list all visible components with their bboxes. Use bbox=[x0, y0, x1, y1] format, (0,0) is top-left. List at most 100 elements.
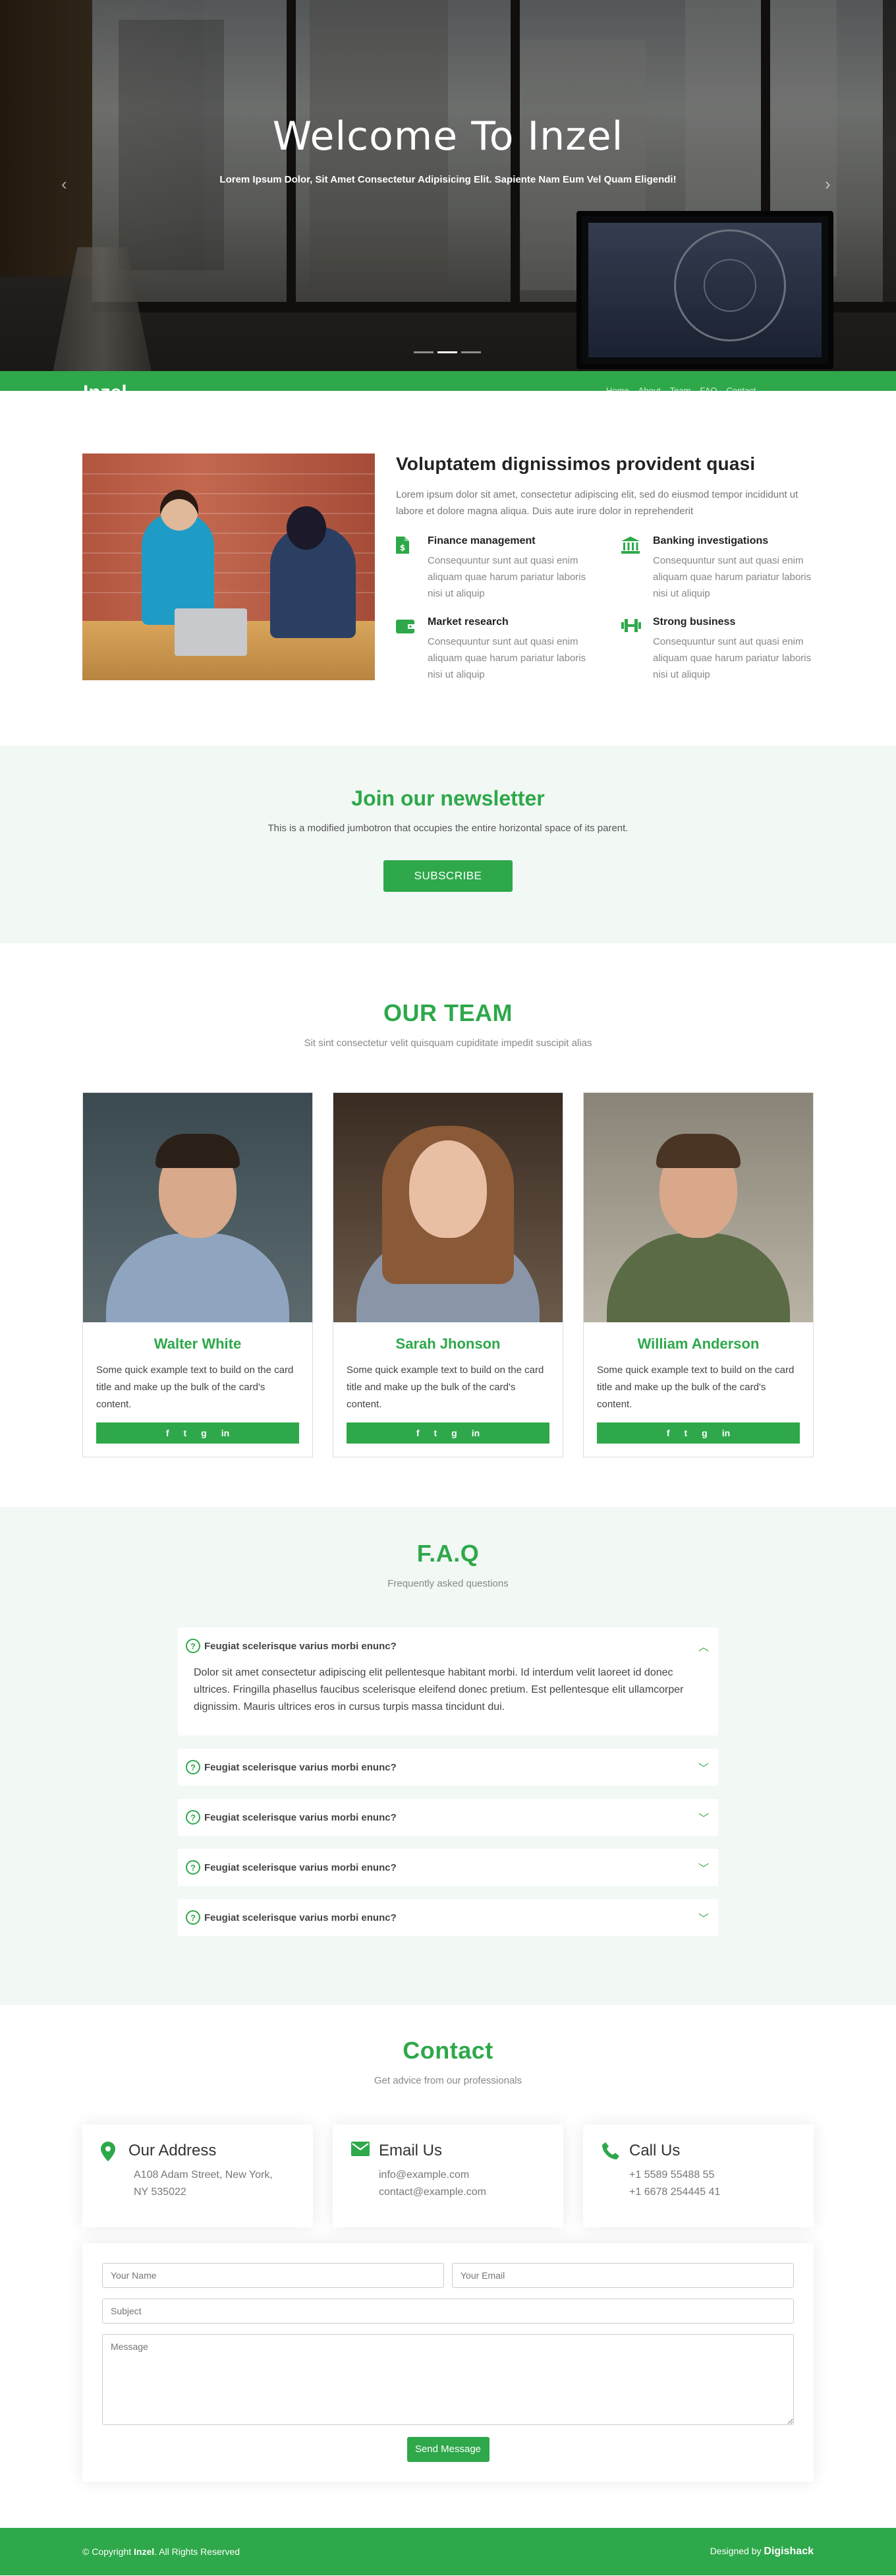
team-photo bbox=[333, 1093, 563, 1322]
navbar-logo[interactable]: Inzel bbox=[83, 382, 127, 391]
hero-subtitle: Lorem Ipsum Dolor, Sit Amet Consectetur … bbox=[219, 174, 677, 185]
question-circle-icon: ? bbox=[186, 1810, 200, 1825]
chevron-down-icon[interactable]: ﹀ bbox=[697, 1759, 710, 1775]
faq-question: Feugiat scelerisque varius morbi enunc? bbox=[204, 1811, 397, 1823]
faq-question: Feugiat scelerisque varius morbi enunc? bbox=[204, 1912, 397, 1923]
hero-title: Welcome To Inzel bbox=[272, 113, 624, 160]
send-message-button[interactable]: Send Message bbox=[406, 2437, 490, 2462]
nav-link-contact[interactable]: Contact bbox=[726, 386, 756, 391]
carousel-indicators bbox=[414, 351, 481, 353]
faq-item: ? Feugiat scelerisque varius morbi enunc… bbox=[178, 1627, 718, 1736]
team-member-text: Some quick example text to build on the … bbox=[597, 1364, 795, 1410]
team-member-name: Walter White bbox=[154, 1335, 242, 1352]
team-card: Sarah Jhonson Some quick example text to… bbox=[333, 1092, 563, 1457]
bank-icon bbox=[621, 535, 640, 602]
address-card: Our Address A108 Adam Street, New York, N… bbox=[82, 2124, 313, 2227]
team-member-name: Sarah Jhonson bbox=[395, 1335, 501, 1352]
email-line[interactable]: contact@example.com bbox=[379, 2186, 486, 2198]
email-title: Email Us bbox=[379, 2142, 443, 2159]
feature-title: Banking investigations bbox=[653, 535, 769, 546]
chevron-right-icon[interactable]: › bbox=[825, 175, 831, 192]
team-member-text: Some quick example text to build on the … bbox=[96, 1364, 294, 1410]
designer-link[interactable]: Digishack bbox=[764, 2546, 814, 2557]
linkedin-icon[interactable]: in bbox=[221, 1428, 229, 1438]
linkedin-icon[interactable]: in bbox=[472, 1428, 480, 1438]
subject-field[interactable] bbox=[102, 2298, 794, 2324]
nav-link-team[interactable]: Team bbox=[670, 386, 691, 391]
feature-text: Consequuntur sunt aut quasi enim aliquam… bbox=[428, 555, 586, 599]
carousel-indicator[interactable] bbox=[414, 351, 434, 353]
contact-title: Contact bbox=[403, 2037, 493, 2064]
linkedin-icon[interactable]: in bbox=[722, 1428, 730, 1438]
wallet-icon bbox=[396, 616, 414, 683]
faq-question-toggle[interactable]: ? Feugiat scelerisque varius morbi enunc… bbox=[178, 1799, 718, 1836]
about-title: Voluptatem dignissimos provident quasi bbox=[396, 454, 756, 474]
team-subtitle: Sit sint consectetur velit quisquam cupi… bbox=[304, 1038, 592, 1049]
feature-title: Market research bbox=[428, 616, 509, 628]
facebook-icon[interactable]: f bbox=[166, 1428, 169, 1438]
facebook-icon[interactable]: f bbox=[416, 1428, 420, 1438]
chevron-left-icon[interactable]: ‹ bbox=[61, 175, 67, 192]
feature-item: Strong business Consequuntur sunt aut qua… bbox=[621, 616, 814, 683]
twitter-icon[interactable]: t bbox=[434, 1428, 437, 1438]
faq-question: Feugiat scelerisque varius morbi enunc? bbox=[204, 1861, 397, 1873]
twitter-icon[interactable]: t bbox=[684, 1428, 687, 1438]
question-circle-icon: ? bbox=[186, 1639, 200, 1653]
faq-item: ? Feugiat scelerisque varius morbi enunc… bbox=[178, 1749, 718, 1786]
email-line[interactable]: info@example.com bbox=[379, 2169, 469, 2181]
team-card: William Anderson Some quick example text… bbox=[583, 1092, 814, 1457]
carousel-indicator-active[interactable] bbox=[437, 351, 457, 353]
github-icon[interactable]: g bbox=[702, 1428, 708, 1438]
phone-line[interactable]: +1 5589 55488 55 bbox=[629, 2169, 714, 2181]
chevron-down-icon[interactable]: ﹀ bbox=[697, 1809, 710, 1825]
newsletter-section: Join our newsletter This is a modified j… bbox=[0, 746, 896, 943]
feature-title: Strong business bbox=[653, 616, 736, 628]
faq-question-toggle[interactable]: ? Feugiat scelerisque varius morbi enunc… bbox=[178, 1627, 718, 1664]
faq-question: Feugiat scelerisque varius morbi enunc? bbox=[204, 1640, 397, 1652]
address-line: A108 Adam Street, New York, bbox=[134, 2169, 273, 2181]
team-title: OUR TEAM bbox=[383, 999, 513, 1026]
team-photo bbox=[83, 1093, 312, 1322]
github-icon[interactable]: g bbox=[201, 1428, 207, 1438]
nav-link-home[interactable]: Home bbox=[606, 386, 629, 391]
contact-section: Contact Get advice from our professional… bbox=[0, 2005, 896, 2528]
name-field[interactable] bbox=[102, 2263, 444, 2288]
faq-question-toggle[interactable]: ? Feugiat scelerisque varius morbi enunc… bbox=[178, 1899, 718, 1936]
about-section: Voluptatem dignissimos provident quasi L… bbox=[0, 391, 896, 746]
faq-subtitle: Frequently asked questions bbox=[387, 1578, 509, 1589]
github-icon[interactable]: g bbox=[451, 1428, 457, 1438]
email-card: Email Us info@example.com contact@example… bbox=[333, 2124, 563, 2227]
nav-link-about[interactable]: About bbox=[638, 386, 661, 391]
twitter-icon[interactable]: t bbox=[183, 1428, 186, 1438]
chevron-down-icon[interactable]: ﹀ bbox=[697, 1910, 710, 1925]
svg-text:$: $ bbox=[400, 543, 405, 552]
facebook-icon[interactable]: f bbox=[667, 1428, 670, 1438]
feature-text: Consequuntur sunt aut quasi enim aliquam… bbox=[428, 636, 586, 680]
nav-link-faq[interactable]: FAQ bbox=[700, 386, 717, 391]
hero-carousel: Welcome To Inzel Lorem Ipsum Dolor, Sit … bbox=[0, 0, 896, 371]
faq-item: ? Feugiat scelerisque varius morbi enunc… bbox=[178, 1799, 718, 1836]
faq-section: F.A.Q Frequently asked questions ? Feugi… bbox=[0, 1507, 896, 2005]
chevron-down-icon[interactable]: ﹀ bbox=[697, 1859, 710, 1875]
question-circle-icon: ? bbox=[186, 1860, 200, 1875]
newsletter-title: Join our newsletter bbox=[351, 786, 545, 810]
feature-text: Consequuntur sunt aut quasi enim aliquam… bbox=[653, 636, 812, 680]
envelope-icon bbox=[351, 2142, 370, 2227]
message-field[interactable] bbox=[102, 2334, 794, 2425]
subscribe-button[interactable]: SUBSCRIBE bbox=[383, 860, 513, 892]
team-member-name: William Anderson bbox=[637, 1335, 760, 1352]
designed-by-prefix: Designed by bbox=[710, 2546, 764, 2556]
phone-card: Call Us +1 5589 55488 55 +1 6678 254445 4… bbox=[583, 2124, 814, 2227]
feature-text: Consequuntur sunt aut quasi enim aliquam… bbox=[653, 555, 812, 599]
phone-line[interactable]: +1 6678 254445 41 bbox=[629, 2186, 720, 2198]
chevron-up-icon[interactable]: ︿ bbox=[697, 1638, 710, 1654]
carousel-indicator[interactable] bbox=[461, 351, 481, 353]
faq-answer: Dolor sit amet consectetur adipiscing el… bbox=[194, 1667, 684, 1712]
faq-question-toggle[interactable]: ? Feugiat scelerisque varius morbi enunc… bbox=[178, 1749, 718, 1786]
faq-question: Feugiat scelerisque varius morbi enunc? bbox=[204, 1761, 397, 1773]
feature-title: Finance management bbox=[428, 535, 536, 546]
faq-question-toggle[interactable]: ? Feugiat scelerisque varius morbi enunc… bbox=[178, 1849, 718, 1886]
email-field[interactable] bbox=[452, 2263, 794, 2288]
team-member-text: Some quick example text to build on the … bbox=[347, 1364, 544, 1410]
copyright-prefix: © Copyright bbox=[82, 2546, 134, 2557]
